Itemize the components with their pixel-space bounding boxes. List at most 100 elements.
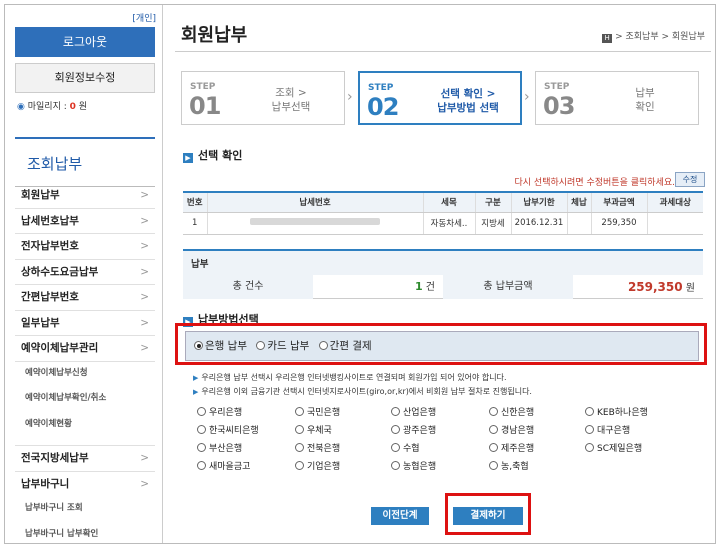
sidebar-item-cart[interactable]: 납부바구니 > bbox=[15, 472, 155, 498]
sidebar-item-epay-number[interactable]: 전자납부번호 > bbox=[15, 234, 155, 260]
bank-label: 우리은행 bbox=[209, 408, 243, 418]
logout-button[interactable]: 로그아웃 bbox=[15, 27, 155, 57]
sidebar-subitem[interactable]: 예약이체현황 bbox=[15, 417, 155, 443]
step-2-active: STEP 02 선택 확인 > 납부방법 선택 bbox=[358, 71, 522, 125]
column-header: 체납 bbox=[566, 191, 591, 213]
bank-option[interactable]: 국민은행 bbox=[295, 405, 340, 418]
bank-option[interactable]: 신한은행 bbox=[489, 405, 534, 418]
sidebar-item-taxno-pay[interactable]: 납세번호납부 > bbox=[15, 209, 155, 234]
bank-option[interactable]: 제주은행 bbox=[489, 441, 534, 454]
sidebar: [개인] 로그아웃 회원정보수정 ◉ 마일리지 : 0 원 조회납부 회원납부 >… bbox=[5, 5, 163, 543]
bank-label: 국민은행 bbox=[307, 408, 341, 418]
step-text: 선택 확인 > 납부방법 선택 bbox=[437, 88, 499, 114]
home-icon[interactable]: H bbox=[602, 34, 613, 43]
column-header: 납세번호 bbox=[206, 191, 423, 213]
sidebar-submenu-cart: 납부바구니 조회 납부바구니 납부확인 bbox=[15, 497, 155, 548]
step-arrow-icon: › bbox=[347, 89, 353, 105]
sidebar-item-water-pay[interactable]: 상하수도요금납부 > bbox=[15, 260, 155, 285]
sidebar-subitem[interactable]: 예약이체납부신청 bbox=[15, 366, 155, 392]
bank-label: 전북은행 bbox=[307, 444, 341, 454]
cell-target bbox=[646, 212, 703, 235]
mileage-label: 마일리지 : bbox=[27, 102, 67, 112]
radio-icon[interactable] bbox=[197, 425, 206, 434]
section-arrow-icon: ▶ bbox=[183, 153, 193, 163]
bank-option[interactable]: 전북은행 bbox=[295, 441, 340, 454]
radio-icon[interactable] bbox=[197, 461, 206, 470]
sidebar-item-simple-number[interactable]: 간편납부번호 > bbox=[15, 285, 155, 311]
bank-label: 농협은행 bbox=[403, 462, 437, 472]
bank-option[interactable]: 농협은행 bbox=[391, 459, 436, 472]
chevron-right-icon: > bbox=[140, 452, 149, 464]
radio-icon[interactable] bbox=[295, 461, 304, 470]
chevron-right-icon: > bbox=[140, 189, 149, 201]
count-value: 1 건 bbox=[313, 275, 443, 299]
sidebar-subitem[interactable]: 예약이체납부확인/취소 bbox=[15, 391, 155, 417]
bank-option[interactable]: 광주은행 bbox=[391, 423, 436, 436]
radio-icon[interactable] bbox=[197, 407, 206, 416]
step-label: STEP bbox=[368, 83, 394, 93]
radio-icon[interactable] bbox=[295, 407, 304, 416]
bank-option[interactable]: 산업은행 bbox=[391, 405, 436, 418]
step-arrow-icon: › bbox=[524, 89, 530, 105]
chevron-right-icon: > bbox=[140, 240, 149, 252]
radio-icon[interactable] bbox=[295, 443, 304, 452]
chevron-right-icon: > bbox=[140, 316, 149, 329]
radio-icon[interactable] bbox=[585, 443, 594, 452]
bank-option[interactable]: 농,축협 bbox=[489, 459, 529, 472]
radio-icon[interactable] bbox=[489, 407, 498, 416]
personal-tag[interactable]: [개인] bbox=[132, 11, 156, 24]
note-line: ▶ 우리은행 이외 금융기관 선택시 인터넷지로사이트(giro,or,kr)에서… bbox=[193, 385, 532, 399]
radio-icon[interactable] bbox=[391, 407, 400, 416]
radio-icon[interactable] bbox=[489, 461, 498, 470]
mileage-value: 0 bbox=[69, 102, 76, 112]
sidebar-item-auto-transfer[interactable]: 예약이체납부관리 > bbox=[15, 336, 155, 362]
sidebar-item-label: 간편납부번호 bbox=[21, 291, 79, 303]
bank-label: 농,축협 bbox=[501, 462, 529, 472]
count-number: 1 bbox=[414, 280, 423, 293]
edit-button[interactable]: 수정 bbox=[675, 172, 705, 187]
radio-icon[interactable] bbox=[489, 443, 498, 452]
bank-option[interactable]: 부산은행 bbox=[197, 441, 242, 454]
sidebar-section-title: 조회납부 bbox=[15, 137, 155, 187]
column-header: 세목 bbox=[422, 191, 475, 213]
bank-option[interactable]: KEB하나은행 bbox=[585, 405, 648, 418]
bank-option[interactable]: 경남은행 bbox=[489, 423, 534, 436]
radio-icon[interactable] bbox=[391, 461, 400, 470]
sidebar-subitem[interactable]: 납부바구니 납부확인 bbox=[15, 527, 155, 548]
sidebar-item-national-local-tax[interactable]: 전국지방세납부 > bbox=[15, 446, 155, 472]
sidebar-item-member-pay[interactable]: 회원납부 > bbox=[15, 183, 155, 209]
step-label: STEP bbox=[544, 82, 570, 92]
sidebar-item-partial-pay[interactable]: 일부납부 > bbox=[15, 311, 155, 336]
chevron-right-icon: > bbox=[140, 477, 149, 490]
radio-icon[interactable] bbox=[295, 425, 304, 434]
sidebar-item-label: 회원납부 bbox=[21, 189, 60, 201]
radio-icon[interactable] bbox=[585, 425, 594, 434]
sidebar-subitem[interactable]: 납부바구니 조회 bbox=[15, 501, 155, 527]
radio-icon[interactable] bbox=[489, 425, 498, 434]
cell-amount: 259,350 bbox=[590, 212, 647, 235]
cell-arrears bbox=[566, 212, 591, 235]
mileage: ◉ 마일리지 : 0 원 bbox=[17, 99, 87, 112]
bank-option[interactable]: 우체국 bbox=[295, 423, 332, 436]
bank-option[interactable]: 기업은행 bbox=[295, 459, 340, 472]
cell-due: 2016.12.31 bbox=[510, 212, 567, 235]
radio-icon[interactable] bbox=[391, 425, 400, 434]
breadcrumb: H > 조회납부 > 회원납부 bbox=[602, 29, 705, 43]
sidebar-menu: 회원납부 > 납세번호납부 > 전자납부번호 > 상하수도요금납부 > 간편납부번호 > … bbox=[15, 183, 155, 548]
profile-edit-button[interactable]: 회원정보수정 bbox=[15, 63, 155, 93]
radio-icon[interactable] bbox=[391, 443, 400, 452]
sidebar-item-label: 전자납부번호 bbox=[21, 240, 79, 252]
amount-value: 259,350 원 bbox=[573, 275, 703, 299]
bank-option[interactable]: 한국씨티은행 bbox=[197, 423, 259, 436]
prev-step-button[interactable]: 이전단계 bbox=[371, 507, 429, 525]
note-text: 우리은행 납부 선택시 우리은행 인터넷뱅킹사이트로 연결되며 회원가입 되어 … bbox=[201, 373, 507, 382]
bank-option[interactable]: 수협 bbox=[391, 441, 420, 454]
bank-option[interactable]: 새마을금고 bbox=[197, 459, 250, 472]
chevron-right-icon: > bbox=[140, 291, 149, 303]
bank-option[interactable]: 대구은행 bbox=[585, 423, 630, 436]
step-1: STEP 01 조회 > 납부선택 bbox=[181, 71, 345, 125]
radio-icon[interactable] bbox=[585, 407, 594, 416]
bank-option[interactable]: 우리은행 bbox=[197, 405, 242, 418]
bank-option[interactable]: SC제일은행 bbox=[585, 441, 642, 454]
radio-icon[interactable] bbox=[197, 443, 206, 452]
